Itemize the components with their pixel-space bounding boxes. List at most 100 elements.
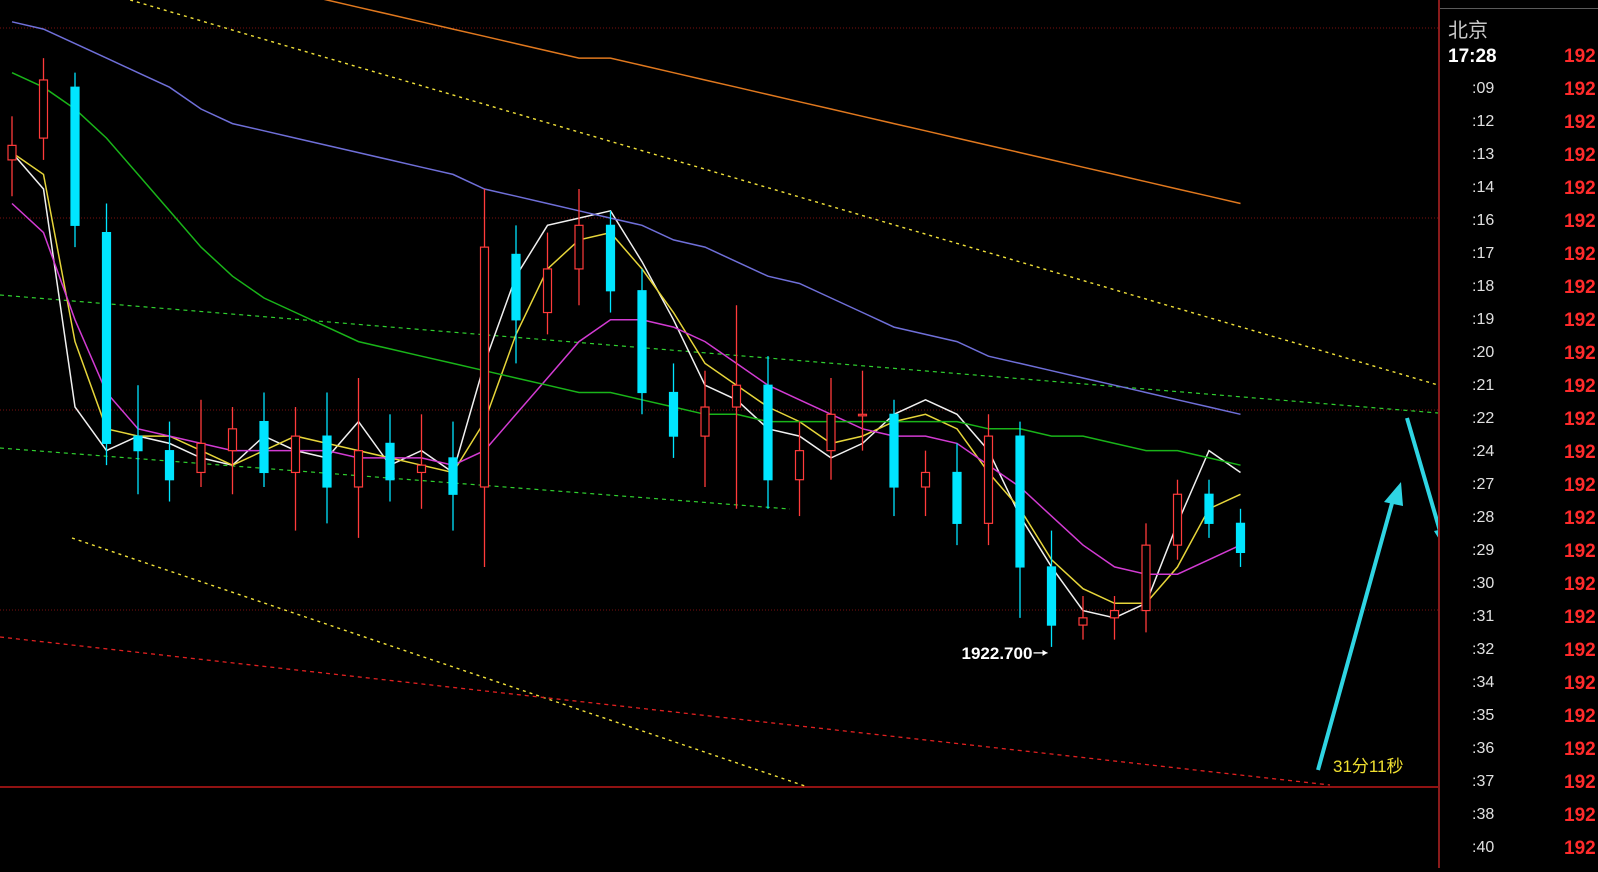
- tick-time: :38: [1472, 806, 1495, 823]
- tick-row[interactable]: :16 192: [1440, 211, 1598, 245]
- ma-line-2: [11, 202, 1241, 575]
- candle-body: [101, 231, 112, 444]
- tick-price: 192: [1564, 310, 1596, 331]
- tick-row[interactable]: :38 192: [1440, 805, 1598, 839]
- tick-price: 192: [1564, 112, 1596, 133]
- tick-price: 192: [1564, 145, 1596, 166]
- tick-price: 192: [1564, 805, 1596, 826]
- candle-body: [38, 79, 49, 139]
- candle-body: [7, 144, 17, 161]
- price-chart[interactable]: 1922.700 31分11秒: [0, 0, 1438, 868]
- candle-body: [322, 435, 332, 488]
- tick-row[interactable]: :24 192: [1440, 442, 1598, 476]
- candle-body: [731, 384, 742, 408]
- tick-price: 192: [1564, 244, 1596, 265]
- tick-time: :17: [1472, 245, 1495, 262]
- tick-price: 192: [1564, 541, 1596, 562]
- tick-row[interactable]: :37 192: [1440, 772, 1598, 806]
- tick-panel: 北京 17:28 192 :09 192:12 192:13 192:14 192:16…: [1438, 0, 1598, 868]
- tick-row[interactable]: :32 192: [1440, 640, 1598, 674]
- tick-row[interactable]: :27 192: [1440, 475, 1598, 509]
- candle-body: [1235, 522, 1246, 554]
- tick-row[interactable]: :19 192: [1440, 310, 1598, 344]
- candle-body: [1015, 435, 1025, 568]
- candle-body: [1109, 609, 1120, 619]
- candle-body: [794, 450, 805, 481]
- trendline-green-1: [0, 294, 1438, 414]
- tick-time: :09: [1472, 80, 1495, 97]
- tick-time: :32: [1472, 641, 1495, 658]
- tick-time: :35: [1472, 707, 1495, 724]
- tick-row[interactable]: :12 192: [1440, 112, 1598, 146]
- tick-time: :28: [1472, 509, 1495, 526]
- candle-body: [763, 384, 773, 481]
- city-label: 北京: [1448, 18, 1488, 42]
- tick-row[interactable]: :21 192: [1440, 376, 1598, 410]
- tick-price: 192: [1564, 277, 1596, 298]
- tick-panel-header: [1440, 0, 1598, 9]
- tick-price: 192: [1564, 607, 1596, 628]
- tick-price: 192: [1564, 409, 1596, 430]
- tick-price: 192: [1564, 739, 1596, 760]
- trendline-lower: [71, 537, 806, 787]
- tick-row[interactable]: :17 192: [1440, 244, 1598, 278]
- ma-line-1: [11, 151, 1241, 605]
- tick-row[interactable]: :13 192: [1440, 145, 1598, 179]
- candle-body: [952, 471, 962, 524]
- current-time: 17:28: [1448, 46, 1497, 67]
- candle-body: [637, 290, 647, 394]
- tick-row[interactable]: :22 192: [1440, 409, 1598, 443]
- candle-body: [1046, 566, 1057, 626]
- tick-time: :19: [1472, 311, 1495, 328]
- tick-row[interactable]: :18 192: [1440, 277, 1598, 311]
- tick-time: :20: [1472, 344, 1495, 361]
- tick-row[interactable]: :40 192: [1440, 838, 1598, 872]
- candle-body: [857, 413, 868, 417]
- ma-line-5: [323, 0, 1241, 205]
- candle-body: [290, 435, 301, 474]
- tick-time: :40: [1472, 839, 1495, 856]
- candle-body: [983, 435, 994, 524]
- candle-body: [668, 391, 679, 437]
- candle-body: [385, 442, 395, 481]
- tick-row[interactable]: :09 192: [1440, 79, 1598, 113]
- tick-time: :12: [1472, 113, 1495, 130]
- tick-price: 192: [1564, 706, 1596, 727]
- tick-time: :13: [1472, 146, 1495, 163]
- candle-body: [133, 435, 143, 452]
- tick-price: 192: [1564, 343, 1596, 364]
- candle-body: [700, 406, 710, 437]
- tick-time: :37: [1472, 773, 1495, 790]
- low-price-label: 1922.700: [962, 644, 1033, 663]
- tick-time: :14: [1472, 179, 1495, 196]
- tick-row[interactable]: :34 192: [1440, 673, 1598, 707]
- candle-body: [479, 246, 490, 488]
- candle-body: [1141, 544, 1151, 612]
- tick-price: 192: [1564, 673, 1596, 694]
- tick-price: 192: [1564, 508, 1596, 529]
- candle-body: [353, 450, 364, 488]
- tick-row[interactable]: :31 192: [1440, 607, 1598, 641]
- tick-price: 192: [1564, 442, 1596, 463]
- tick-row[interactable]: :14 192: [1440, 178, 1598, 212]
- low-arrow-head: [1042, 649, 1048, 656]
- tick-row[interactable]: :36 192: [1440, 739, 1598, 773]
- tick-time: :27: [1472, 476, 1495, 493]
- tick-row[interactable]: :29 192: [1440, 541, 1598, 575]
- trendline-red: [0, 636, 1331, 786]
- tick-time: :22: [1472, 410, 1495, 427]
- candle-body: [259, 420, 269, 474]
- tick-row[interactable]: :20 192: [1440, 343, 1598, 377]
- tick-price: 192: [1564, 178, 1596, 199]
- candle-body: [889, 413, 899, 488]
- tick-row[interactable]: :35 192: [1440, 706, 1598, 740]
- forecast-arrow-down-line: [1405, 417, 1438, 532]
- tick-row[interactable]: :30 192: [1440, 574, 1598, 608]
- candle-body: [574, 224, 584, 270]
- tick-row[interactable]: :28 192: [1440, 508, 1598, 542]
- trendline-upper: [127, 0, 1438, 386]
- forecast-arrow-up-head: [1384, 482, 1403, 506]
- tick-time: :36: [1472, 740, 1495, 757]
- candle-body: [542, 268, 553, 314]
- candlestick-chart-svg[interactable]: 1922.700 31分11秒: [0, 0, 1438, 868]
